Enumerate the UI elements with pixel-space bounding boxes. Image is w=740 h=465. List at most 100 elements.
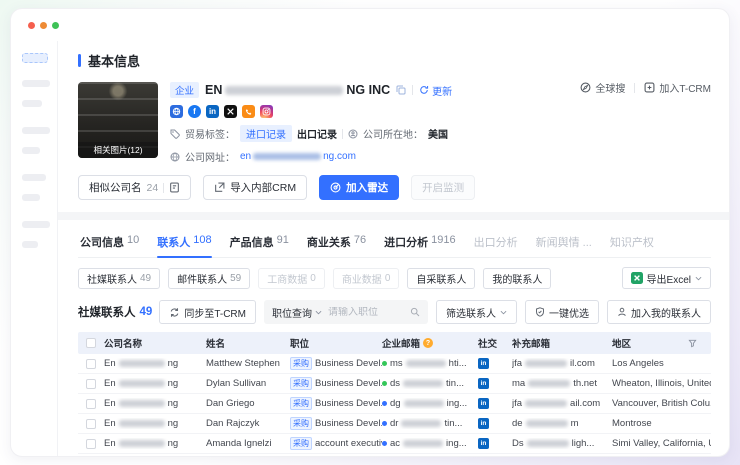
col-alt-email: 补充邮箱	[512, 336, 612, 350]
row-checkbox[interactable]	[86, 439, 96, 449]
redacted-text	[119, 400, 165, 407]
start-monitor-button[interactable]: 开启监测	[411, 175, 475, 200]
select-all-checkbox[interactable]	[86, 338, 96, 348]
chevron-down-icon	[315, 310, 322, 315]
redacted-text	[119, 440, 165, 447]
x-twitter-icon[interactable]	[224, 105, 237, 118]
table-row[interactable]: En ng Brenda Erickson Pe 物流 Supply Chain…	[78, 454, 711, 457]
table-row[interactable]: En ng Amanda Ignelzi 采购 account executiv…	[78, 434, 711, 454]
email-status-dot	[382, 401, 387, 406]
col-position: 职位	[290, 336, 382, 350]
cell-region: Wheaton, Illinois, United ...	[612, 378, 711, 389]
sync-tcrm-button[interactable]: 同步至T-CRM	[159, 300, 256, 324]
redacted-text	[528, 380, 570, 387]
linkedin-icon[interactable]: in	[478, 438, 489, 449]
cell-alt-email: jfa il.com	[512, 358, 612, 369]
subtab-chip[interactable]: 工商数据 0	[258, 268, 325, 289]
linkedin-icon[interactable]: in	[478, 378, 489, 389]
redacted-website	[253, 153, 321, 160]
one-click-optimize-button[interactable]: 一键优选	[525, 300, 599, 324]
join-tcrm-button[interactable]: 加入T-CRM	[644, 80, 711, 95]
maximize-window-icon[interactable]	[52, 22, 59, 29]
website-icon[interactable]	[170, 105, 183, 118]
table-row[interactable]: En ng Dan Rajczyk 采购 Business Devel...	[78, 414, 711, 434]
linkedin-icon[interactable]: in	[478, 358, 489, 369]
tab[interactable]: 公司信息 10	[80, 226, 139, 257]
role-tag: 采购	[290, 437, 312, 450]
import-records-tag[interactable]: 进口记录	[240, 125, 292, 142]
table-row[interactable]: En ng Dylan Sullivan 采购 Business Devel..…	[78, 374, 711, 394]
row-checkbox[interactable]	[86, 359, 96, 369]
redacted-text	[403, 380, 443, 387]
cell-region: Montrose	[612, 418, 711, 429]
tab[interactable]: 商业关系 76	[307, 226, 366, 257]
join-radar-button[interactable]: 加入雷达	[319, 175, 399, 200]
website-link[interactable]: en ng.com	[240, 151, 356, 162]
table-header-row: 公司名称 姓名 职位 企业邮箱 ? 社交 补充邮箱 地区	[78, 332, 711, 354]
compass-icon	[580, 82, 591, 93]
minimize-window-icon[interactable]	[40, 22, 47, 29]
subtab-chip[interactable]: 自采联系人	[407, 268, 475, 289]
sync-icon	[169, 307, 180, 318]
cell-company: En ng	[104, 418, 206, 429]
cell-position: 采购 Business Devel...	[290, 357, 382, 370]
trade-tags-icon	[170, 129, 180, 139]
tab[interactable]: 出口分析	[474, 226, 518, 257]
instagram-icon[interactable]	[260, 105, 273, 118]
sidebar-skeleton	[11, 41, 58, 456]
cell-region: Simi Valley, California, U...	[612, 438, 711, 449]
global-search-button[interactable]: 全球搜	[580, 80, 625, 95]
cell-email: ds tin...	[382, 378, 478, 389]
phone-icon[interactable]	[242, 105, 255, 118]
col-social: 社交	[478, 336, 512, 350]
subtab-chip[interactable]: 我的联系人	[483, 268, 551, 289]
linkedin-icon[interactable]: in	[478, 418, 489, 429]
subtab-chip[interactable]: 社媒联系人 49	[78, 268, 160, 289]
email-help-icon[interactable]: ?	[423, 338, 433, 348]
row-checkbox[interactable]	[86, 419, 96, 429]
export-excel-button[interactable]: 导出Excel	[622, 267, 711, 289]
position-search-input[interactable]	[328, 307, 404, 318]
table-body: En ng Matthew Stephen 采购 Business Devel.…	[78, 354, 711, 457]
role-tag: 采购	[290, 377, 312, 390]
tab[interactable]: 联系人 108	[157, 226, 211, 257]
tab[interactable]: 进口分析 1916	[384, 226, 455, 257]
row-checkbox[interactable]	[86, 379, 96, 389]
excel-icon	[631, 272, 643, 284]
filter-icon[interactable]	[688, 339, 697, 348]
cell-company: En ng	[104, 398, 206, 409]
import-crm-button[interactable]: 导入内部CRM	[203, 175, 307, 200]
position-query-dropdown[interactable]: 职位查询	[272, 305, 322, 320]
close-window-icon[interactable]	[28, 22, 35, 29]
tab[interactable]: 新闻舆情 ...	[536, 226, 592, 257]
location-value: 美国	[428, 126, 448, 141]
col-name: 姓名	[206, 336, 290, 350]
redacted-text	[403, 440, 443, 447]
add-my-contacts-button[interactable]: 加入我的联系人	[607, 300, 711, 324]
tab[interactable]: 产品信息 91	[230, 226, 289, 257]
subtab-chip[interactable]: 商业数据 0	[333, 268, 400, 289]
table-row[interactable]: En ng Matthew Stephen 采购 Business Devel.…	[78, 354, 711, 374]
filter-contacts-button[interactable]: 筛选联系人	[436, 300, 517, 324]
cell-region: Los Angeles	[612, 358, 711, 369]
linkedin-icon[interactable]: in	[478, 398, 489, 409]
similar-company-button[interactable]: 相似公司名 24	[78, 175, 191, 200]
linkedin-icon[interactable]: in	[206, 105, 219, 118]
redacted-text	[406, 360, 446, 367]
location-icon	[348, 129, 358, 139]
cell-social: in	[478, 398, 512, 409]
cell-position: 采购 Business Devel...	[290, 377, 382, 390]
tab[interactable]: 知识产权	[610, 226, 654, 257]
copy-icon[interactable]	[396, 85, 406, 95]
email-status-dot	[382, 441, 387, 446]
enterprise-tag: 企业	[170, 82, 199, 98]
subtab-chip[interactable]: 邮件联系人 59	[168, 268, 250, 289]
update-button[interactable]: 更新	[419, 83, 452, 98]
facebook-icon[interactable]: f	[188, 105, 201, 118]
table-row[interactable]: En ng Dan Griego 采购 Business Devel...	[78, 394, 711, 414]
company-photo[interactable]: 相关图片(12)	[78, 82, 158, 158]
sidebar-item-active[interactable]	[22, 53, 48, 63]
row-checkbox[interactable]	[86, 399, 96, 409]
search-icon[interactable]	[410, 307, 420, 317]
export-records-tag[interactable]: 出口记录	[297, 126, 337, 141]
